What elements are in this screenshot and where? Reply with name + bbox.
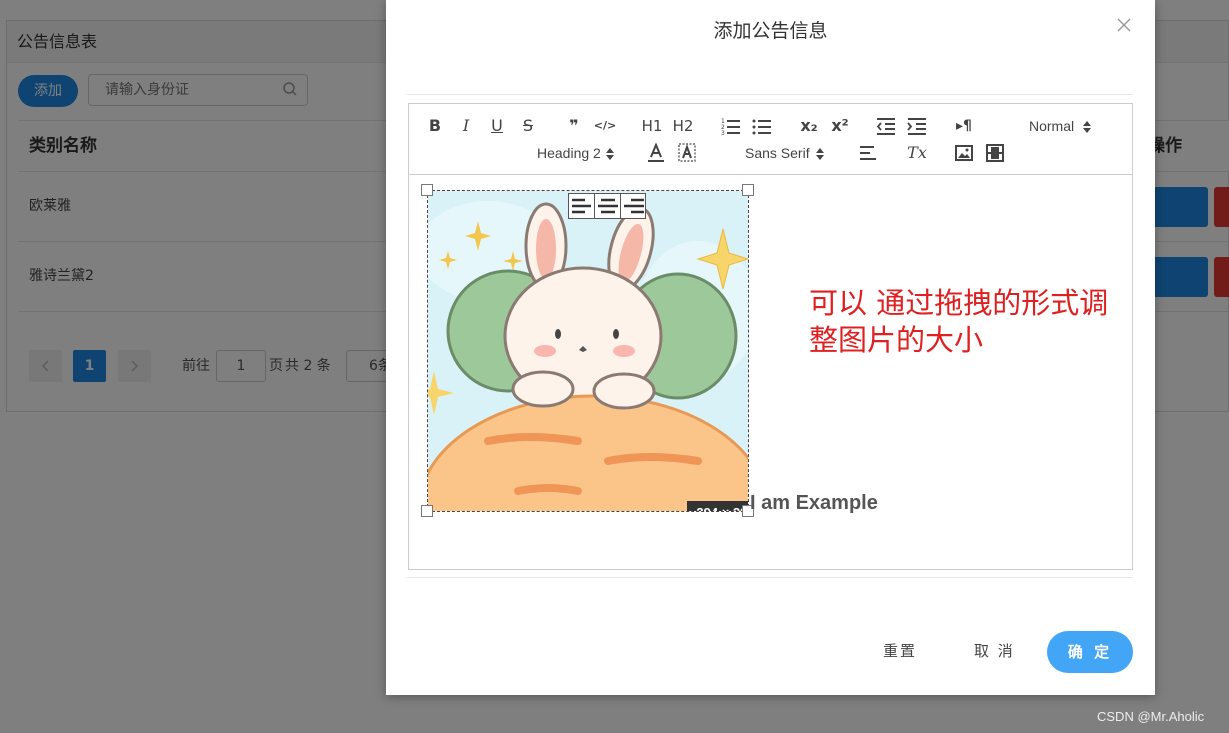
divider bbox=[407, 577, 1133, 578]
clean-format-button[interactable]: Tx bbox=[905, 141, 929, 165]
inserted-image[interactable]: 294 × 294 bbox=[427, 190, 749, 512]
editor-content[interactable]: 294 × 294 I am Example 可以 通过拖拽的形式调整图片的大小 bbox=[409, 175, 1132, 569]
image-icon bbox=[955, 145, 973, 161]
font-picker-label: Sans Serif bbox=[745, 145, 810, 161]
code-button[interactable]: </> bbox=[593, 114, 617, 138]
rtl-button[interactable]: ▸¶ bbox=[952, 114, 976, 138]
underline-button[interactable]: U bbox=[485, 114, 509, 138]
reset-button[interactable]: 重置 bbox=[883, 640, 917, 661]
blockquote-button[interactable]: ❞ bbox=[562, 114, 586, 138]
size-picker[interactable]: Normal bbox=[1029, 116, 1092, 136]
insert-video-button[interactable] bbox=[983, 141, 1007, 165]
watermark: CSDN @Mr.Aholic bbox=[1097, 709, 1205, 724]
image-align-toolbar bbox=[568, 193, 646, 219]
picker-arrows-icon bbox=[1083, 121, 1092, 134]
h1-button[interactable]: H1 bbox=[639, 114, 665, 138]
ordered-list-button[interactable]: 123 bbox=[719, 114, 743, 138]
align-right-option[interactable] bbox=[621, 194, 647, 218]
align-left-option[interactable] bbox=[569, 194, 595, 218]
outdent-icon bbox=[876, 118, 895, 135]
text-color-button[interactable] bbox=[644, 141, 668, 165]
font-picker[interactable]: Sans Serif bbox=[745, 143, 825, 163]
bullet-list-button[interactable] bbox=[750, 114, 774, 138]
align-center-icon bbox=[598, 198, 618, 214]
resize-handle-top-left[interactable] bbox=[421, 184, 433, 196]
resize-handle-bottom-left[interactable] bbox=[421, 505, 433, 517]
bold-button[interactable]: B bbox=[423, 114, 447, 138]
align-center-option[interactable] bbox=[595, 194, 621, 218]
size-picker-label: Normal bbox=[1029, 118, 1075, 134]
header-picker-label: Heading 2 bbox=[537, 145, 601, 161]
resize-handle-top-right[interactable] bbox=[742, 184, 754, 196]
svg-text:3: 3 bbox=[721, 130, 725, 137]
ordered-list-icon: 123 bbox=[721, 118, 740, 137]
annotation-text: 可以 通过拖拽的形式调整图片的大小 bbox=[809, 286, 1109, 357]
superscript-button[interactable]: x² bbox=[828, 114, 852, 138]
insert-image-button[interactable] bbox=[952, 141, 976, 165]
bunny-carrot-illustration bbox=[428, 191, 748, 511]
highlight-icon bbox=[678, 143, 696, 162]
bullet-list-icon bbox=[752, 119, 771, 135]
header-picker[interactable]: Heading 2 bbox=[537, 143, 615, 163]
align-left-icon bbox=[572, 198, 591, 214]
align-left-icon bbox=[860, 146, 876, 160]
picker-arrows-icon bbox=[605, 148, 614, 161]
subscript-button[interactable]: x₂ bbox=[797, 114, 821, 138]
picker-arrows-icon bbox=[816, 148, 825, 161]
align-right-icon bbox=[624, 198, 644, 214]
video-icon bbox=[986, 144, 1004, 162]
cancel-button[interactable]: 取 消 bbox=[974, 640, 1015, 661]
strike-button[interactable]: S bbox=[516, 114, 540, 138]
h2-button[interactable]: H2 bbox=[670, 114, 696, 138]
indent-button[interactable] bbox=[905, 114, 929, 138]
confirm-button[interactable]: 确 定 bbox=[1047, 631, 1133, 673]
dialog-title: 添加公告信息 bbox=[713, 20, 828, 42]
divider bbox=[407, 94, 1133, 95]
rich-text-editor: B I U S ❞ </> H1 H2 123 x₂ x² ▸¶ Normal … bbox=[408, 103, 1133, 570]
editor-toolbar: B I U S ❞ </> H1 H2 123 x₂ x² ▸¶ Normal … bbox=[409, 104, 1132, 175]
close-icon[interactable] bbox=[1115, 16, 1133, 34]
outdent-button[interactable] bbox=[874, 114, 898, 138]
indent-icon bbox=[907, 118, 926, 135]
background-color-button[interactable] bbox=[675, 141, 699, 165]
text-color-icon bbox=[648, 142, 664, 162]
image-size-badge: 294 × 294 bbox=[687, 501, 748, 511]
italic-button[interactable]: I bbox=[454, 114, 478, 138]
editor-example-text: I am Example bbox=[750, 492, 878, 514]
align-button[interactable] bbox=[857, 141, 881, 165]
add-notice-dialog: 添加公告信息 B I U S ❞ </> H1 H2 123 x₂ x² ▸¶ … bbox=[386, 0, 1155, 695]
